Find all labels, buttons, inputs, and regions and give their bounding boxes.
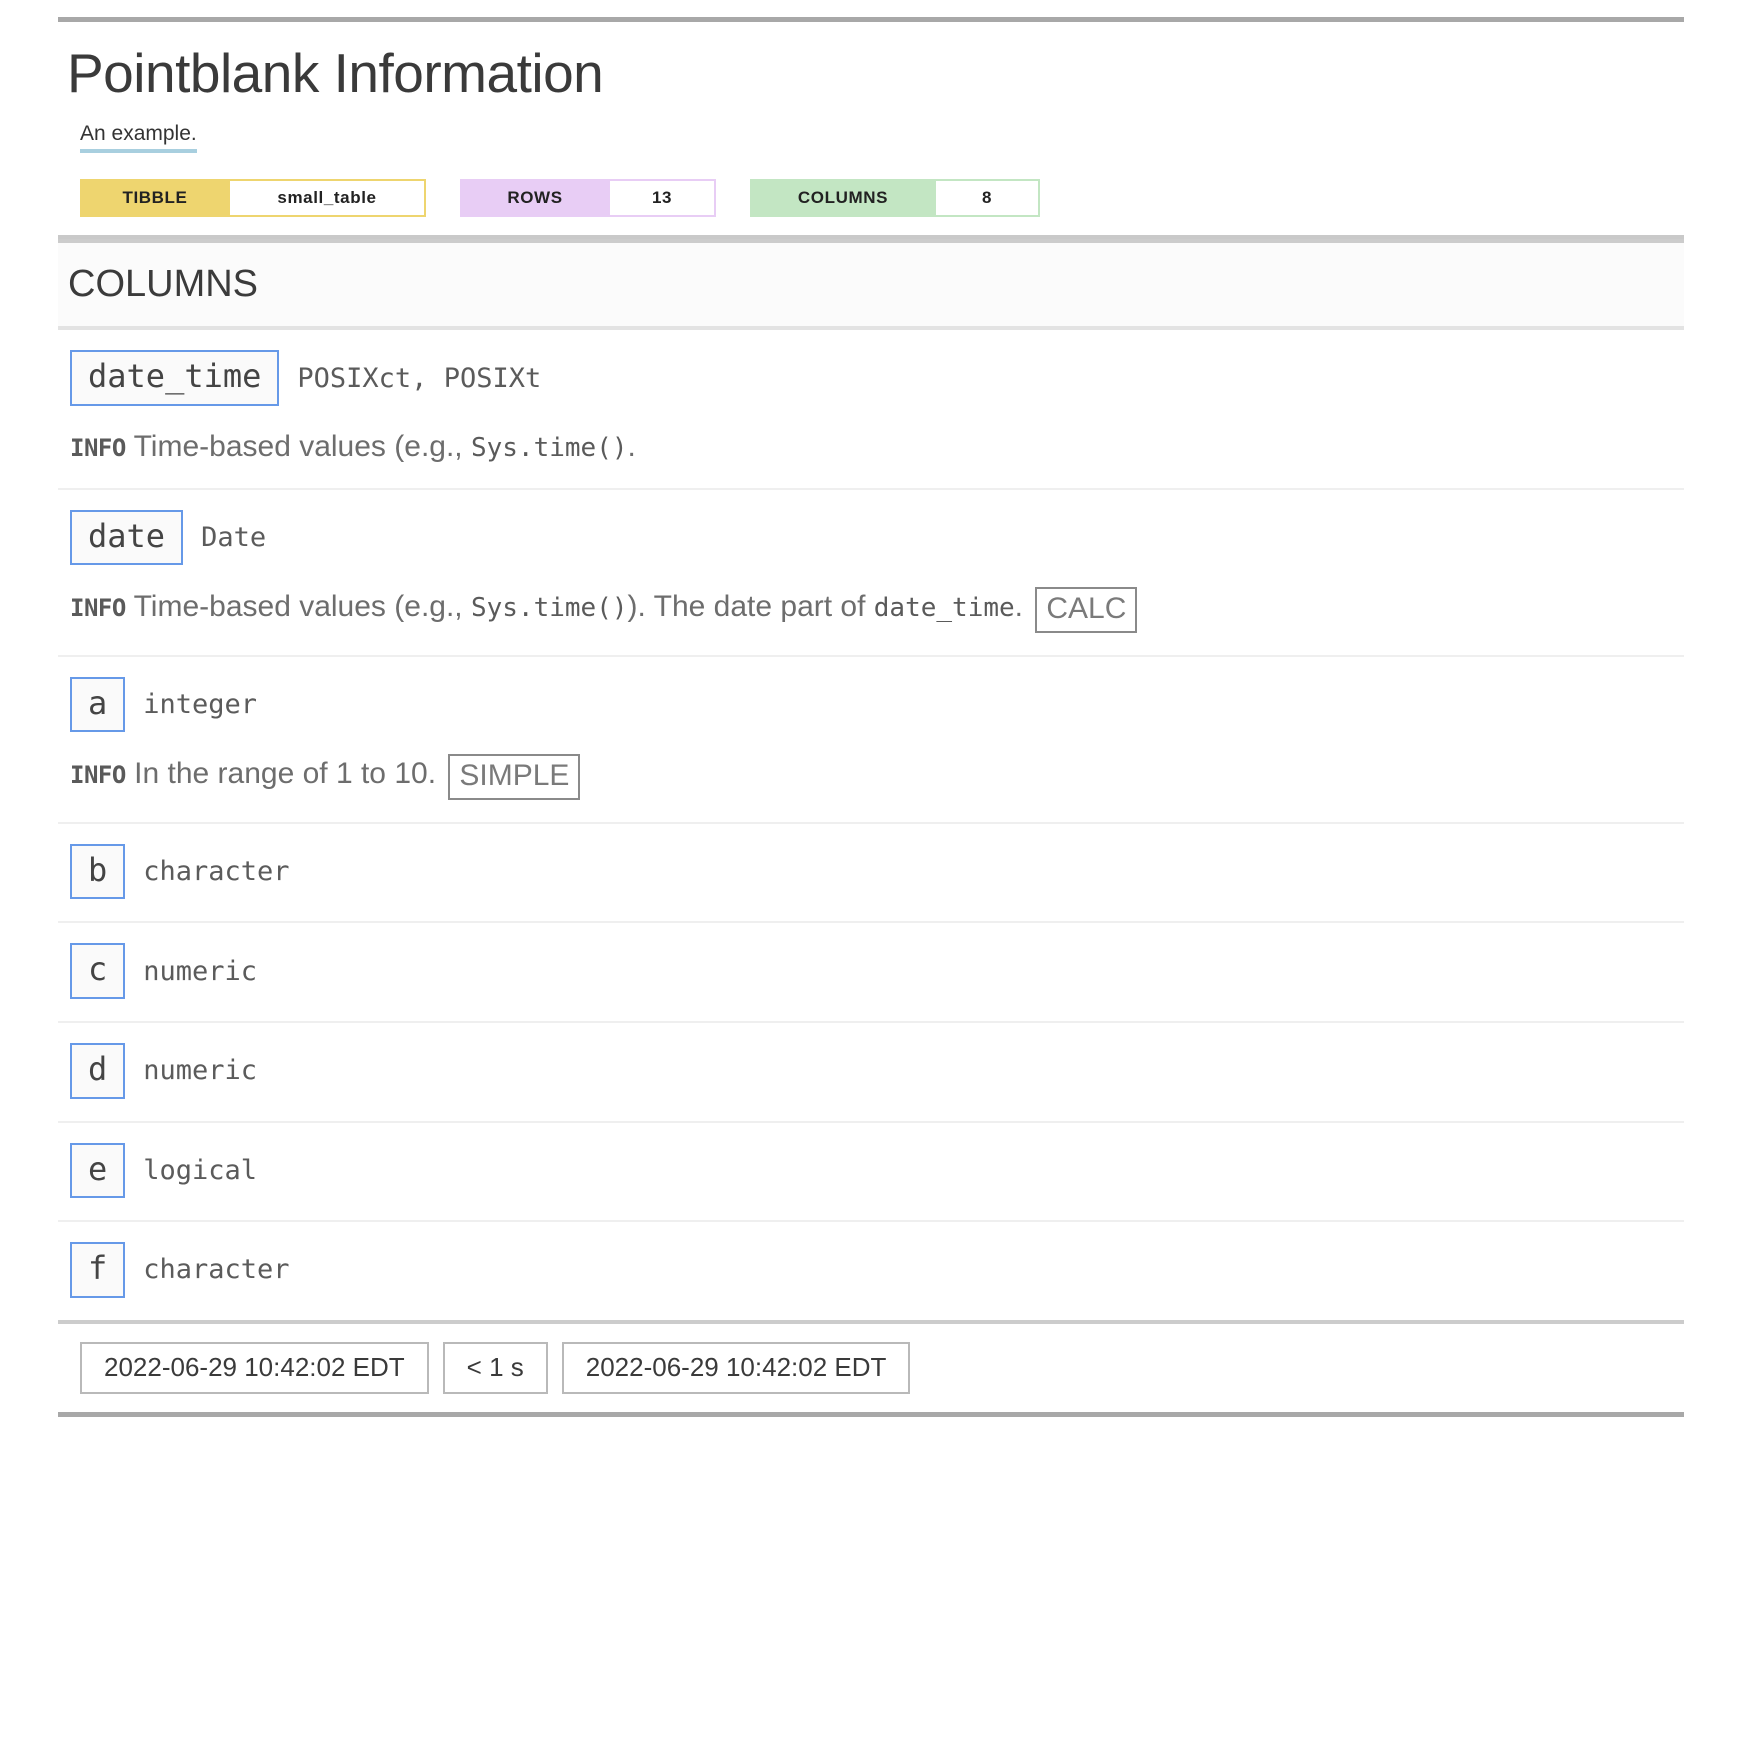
column-head: a integer: [70, 676, 1672, 733]
column-type-label: logical: [143, 1154, 258, 1186]
info-text-fragment: In the range of 1 to 10.: [134, 757, 437, 791]
column-type-label: numeric: [143, 1055, 258, 1087]
column-info-line: INFO Time-based values (e.g., Sys.time()…: [70, 587, 1672, 633]
column-type-label: integer: [143, 688, 258, 720]
info-code-fragment: date_time: [873, 593, 1015, 624]
info-code-fragment: Sys.time(): [470, 593, 628, 624]
column-head: e logical: [70, 1142, 1672, 1199]
column-name-chip[interactable]: a: [70, 676, 126, 733]
info-text-fragment: Time-based values (e.g.,: [133, 590, 471, 624]
report-subtitle: An example.: [80, 121, 197, 154]
info-tag-badge: SIMPLE: [448, 754, 581, 800]
info-text-fragment: .: [1014, 590, 1024, 624]
column-name-chip[interactable]: e: [70, 1142, 126, 1199]
column-type-label: Date: [201, 521, 267, 553]
info-text-fragment: Time-based values (e.g.,: [133, 430, 471, 464]
badge-columns-label: COLUMNS: [750, 179, 936, 218]
pointblank-information-table: Pointblank Information An example. TIBBL…: [58, 17, 1684, 1418]
report-footer: 2022-06-29 10:42:02 EDT < 1 s 2022-06-29…: [58, 1319, 1684, 1413]
badge-columns: COLUMNS 8: [750, 179, 1040, 218]
column-head: d numeric: [70, 1042, 1672, 1099]
column-row: a integer INFO In the range of 1 to 10. SI…: [58, 657, 1684, 824]
column-row: c numeric: [58, 923, 1684, 1023]
column-row: b character: [58, 824, 1684, 924]
badge-columns-value: 8: [936, 179, 1040, 218]
column-head: f character: [70, 1242, 1672, 1298]
column-info-line: INFO In the range of 1 to 10. SIMPLE: [70, 754, 1672, 800]
info-text-fragment: .: [627, 430, 636, 464]
section-title-columns: COLUMNS: [58, 239, 1684, 331]
columns-list: date_time POSIXct, POSIXt INFO Time-based …: [58, 330, 1684, 1319]
subtitle-wrap: An example.: [80, 121, 1684, 154]
info-label: INFO: [70, 761, 126, 790]
info-tag-badge: CALC: [1035, 587, 1138, 633]
summary-badges: TIBBLE small_table ROWS 13 COLUMNS 8: [80, 179, 1684, 218]
page-title: Pointblank Information: [67, 42, 604, 104]
column-type-label: character: [143, 856, 290, 888]
info-text-fragment: ). The date part of: [627, 590, 874, 624]
footer-end-time: 2022-06-29 10:42:02 EDT: [561, 1341, 911, 1395]
badge-tibble: TIBBLE small_table: [80, 179, 426, 218]
column-row: date Date INFO Time-based values (e.g., Sy…: [58, 490, 1684, 657]
column-name-chip[interactable]: b: [70, 843, 126, 900]
column-name-chip[interactable]: c: [70, 943, 126, 999]
column-name-chip[interactable]: f: [70, 1242, 126, 1298]
footer-start-time: 2022-06-29 10:42:02 EDT: [80, 1341, 429, 1395]
badge-tibble-value: small_table: [230, 179, 426, 218]
info-label: INFO: [70, 434, 126, 463]
column-type-label: character: [143, 1254, 290, 1286]
column-row: f character: [58, 1222, 1684, 1320]
report-header: Pointblank Information An example. TIBBL…: [58, 42, 1684, 240]
column-info-line: INFO Time-based values (e.g., Sys.time()…: [70, 428, 1672, 466]
footer-duration: < 1 s: [442, 1341, 548, 1395]
info-label: INFO: [70, 594, 126, 623]
badge-rows: ROWS 13: [460, 179, 716, 218]
column-head: c numeric: [70, 943, 1672, 999]
column-name-chip[interactable]: d: [70, 1042, 126, 1099]
column-type-label: POSIXct, POSIXt: [297, 362, 542, 394]
badge-rows-value: 13: [610, 179, 716, 218]
badge-rows-label: ROWS: [460, 179, 610, 218]
column-head: date_time POSIXct, POSIXt: [70, 350, 1672, 407]
column-head: date Date: [70, 509, 1672, 566]
column-row: date_time POSIXct, POSIXt INFO Time-based …: [58, 330, 1684, 490]
badge-tibble-label: TIBBLE: [80, 179, 230, 218]
column-name-chip[interactable]: date: [70, 509, 184, 566]
column-row: d numeric: [58, 1023, 1684, 1123]
column-type-label: numeric: [143, 955, 258, 987]
info-code-fragment: Sys.time(): [470, 433, 628, 464]
column-head: b character: [70, 843, 1672, 900]
column-row: e logical: [58, 1123, 1684, 1223]
column-name-chip[interactable]: date_time: [70, 350, 280, 407]
